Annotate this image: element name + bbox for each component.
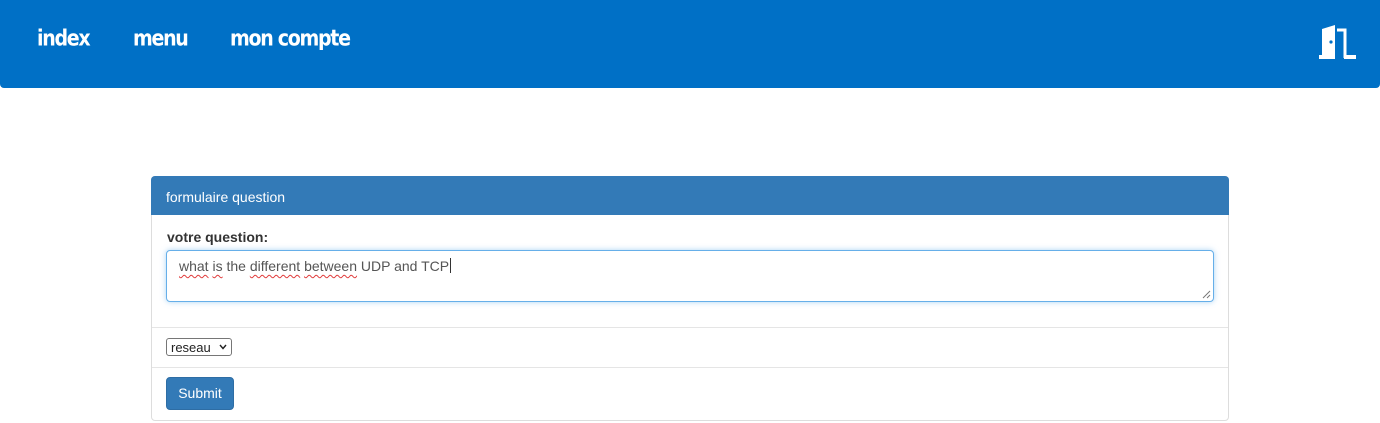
nav-link-menu[interactable]: menu [133,26,189,51]
chevron-down-icon [219,344,227,350]
question-text-part: UDP and TCP [357,258,450,274]
door-exit-icon[interactable] [1318,25,1358,60]
category-select[interactable]: reseau [166,338,232,356]
nav-link-mon-compte[interactable]: mon compte [230,26,351,51]
question-text-word: is [212,258,223,274]
category-select-value: reseau [171,340,211,355]
question-text-part: the [222,258,250,274]
resize-grip-icon[interactable] [1202,290,1211,299]
text-caret [450,258,452,273]
question-textarea[interactable]: what is the different between UDP and TC… [166,250,1214,302]
question-label: votre question: [167,229,269,245]
panel-heading: formulaire question [151,176,1229,215]
question-text-word: different [249,258,301,274]
question-text-word: what [179,258,209,274]
question-text-word: between [304,258,358,274]
submit-button[interactable]: Submit [166,377,234,410]
form-divider [152,327,1228,328]
nav-link-index[interactable]: index [37,26,91,51]
top-navbar: index menu mon compte [0,0,1380,88]
form-divider [152,367,1228,368]
question-form-panel: formulaire question votre question: what… [151,176,1229,421]
